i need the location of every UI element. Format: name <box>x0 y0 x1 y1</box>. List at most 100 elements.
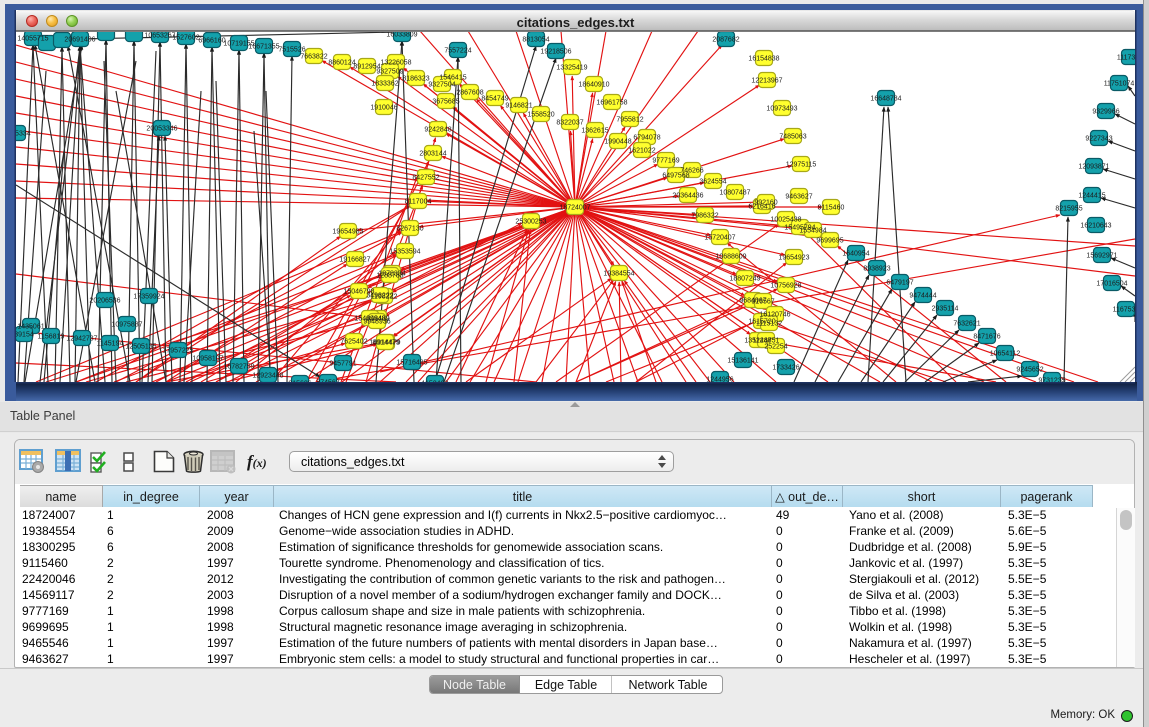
svg-text:915626: 915626 <box>288 381 311 383</box>
svg-text:9242848: 9242848 <box>424 127 451 134</box>
svg-text:2935114: 2935114 <box>932 306 959 313</box>
svg-text:7632621: 7632621 <box>953 321 980 328</box>
svg-text:9699695: 9699695 <box>816 238 843 245</box>
svg-text:8186323: 8186323 <box>402 76 429 83</box>
svg-text:1910046: 1910046 <box>370 105 397 112</box>
svg-text:10807487: 10807487 <box>719 190 750 197</box>
svg-text:7515526: 7515526 <box>278 47 305 54</box>
svg-text:1435061: 1435061 <box>17 324 44 331</box>
svg-text:20053346: 20053346 <box>146 126 177 133</box>
svg-text:17016504: 17016504 <box>1096 281 1127 288</box>
svg-text:10688609: 10688609 <box>715 254 746 261</box>
svg-text:9329966: 9329966 <box>1092 109 1119 116</box>
svg-text:7663822: 7663822 <box>300 54 327 61</box>
svg-text:19654923: 19654923 <box>778 255 809 262</box>
svg-text:3624554: 3624554 <box>699 179 726 186</box>
svg-text:2867608: 2867608 <box>456 90 483 97</box>
svg-text:15716485: 15716485 <box>396 360 427 367</box>
svg-text:1152403: 1152403 <box>422 381 449 383</box>
svg-text:1554984: 1554984 <box>799 228 826 235</box>
svg-text:1621022: 1621022 <box>628 148 655 155</box>
svg-text:10025438: 10025438 <box>770 217 801 224</box>
svg-text:7955812: 7955812 <box>616 117 643 124</box>
svg-text:20206536: 20206536 <box>89 298 120 305</box>
svg-text:10654112: 10654112 <box>990 351 1021 358</box>
svg-text:16782759: 16782759 <box>223 364 254 371</box>
svg-text:19384554: 19384554 <box>603 271 634 278</box>
svg-text:16120746: 16120746 <box>759 312 790 319</box>
svg-text:9115460: 9115460 <box>818 205 845 212</box>
svg-text:12923448: 12923448 <box>252 373 283 380</box>
svg-text:2803144: 2803144 <box>419 151 446 158</box>
svg-text:2087682: 2087682 <box>712 37 739 44</box>
svg-text:16210643: 16210643 <box>1080 223 1111 230</box>
svg-text:12213967: 12213967 <box>751 78 782 85</box>
svg-text:16961758: 16961758 <box>596 100 627 107</box>
svg-text:12093871: 12093871 <box>1078 164 1109 171</box>
svg-text:16154838: 16154838 <box>748 56 779 63</box>
svg-text:1625334: 1625334 <box>16 131 31 138</box>
svg-text:25300253: 25300253 <box>515 219 546 226</box>
svg-text:20364436: 20364436 <box>672 193 703 200</box>
svg-text:9227343: 9227343 <box>1085 136 1112 143</box>
svg-text:19654983: 19654983 <box>332 229 363 236</box>
svg-text:8322037: 8322037 <box>556 120 583 127</box>
svg-text:10975887: 10975887 <box>111 322 142 329</box>
svg-text:17957225: 17957225 <box>162 348 193 355</box>
svg-text:9731235: 9731235 <box>1038 378 1065 383</box>
svg-text:16033809: 16033809 <box>386 32 417 39</box>
svg-text:17359924: 17359924 <box>133 294 164 301</box>
svg-text:13226058: 13226058 <box>380 60 411 67</box>
svg-text:16914479: 16914479 <box>369 340 400 347</box>
svg-text:1167530: 1167530 <box>1113 307 1135 314</box>
svg-text:16648784: 16648784 <box>870 96 901 103</box>
svg-text:14055715: 14055715 <box>17 36 48 43</box>
svg-text:8427552: 8427552 <box>412 175 439 182</box>
svg-text:19218506: 19218506 <box>540 49 571 56</box>
svg-text:8813054: 8813054 <box>522 37 549 44</box>
svg-text:15353594: 15353594 <box>389 249 420 256</box>
svg-text:1244956: 1244956 <box>706 377 733 383</box>
svg-text:1558520: 1558520 <box>527 112 554 119</box>
svg-text:1115132: 1115132 <box>756 321 782 328</box>
svg-text:6479197: 6479197 <box>886 280 913 287</box>
svg-text:1244415: 1244415 <box>1078 193 1105 200</box>
svg-text:9146821: 9146821 <box>505 103 532 110</box>
svg-text:15720407: 15720407 <box>704 235 735 242</box>
svg-text:12975115: 12975115 <box>786 162 817 169</box>
svg-text:9245652: 9245652 <box>1016 367 1043 374</box>
svg-text:18724007: 18724007 <box>559 205 590 212</box>
svg-text:8215955: 8215955 <box>1055 206 1082 213</box>
svg-text:9327509: 9327509 <box>376 69 403 76</box>
svg-text:7557224: 7557224 <box>444 48 471 55</box>
svg-text:9457791: 9457791 <box>329 361 356 368</box>
svg-text:13325419: 13325419 <box>556 65 587 72</box>
svg-text:10653267: 10653267 <box>144 33 175 40</box>
svg-text:252254: 252254 <box>764 344 787 351</box>
svg-text:10756928: 10756928 <box>770 283 801 290</box>
svg-text:1362615: 1362615 <box>581 128 608 135</box>
svg-text:12942737: 12942737 <box>66 336 97 343</box>
svg-text:1288783: 1288783 <box>376 273 403 280</box>
svg-text:6966160: 6966160 <box>198 38 225 45</box>
svg-text:3498222: 3498222 <box>366 293 393 300</box>
svg-text:15692971: 15692971 <box>1086 253 1117 260</box>
svg-text:10958107: 10958107 <box>192 356 223 363</box>
svg-text:7986322: 7986322 <box>691 213 718 220</box>
svg-text:10973493: 10973493 <box>766 106 797 113</box>
svg-text:7625402: 7625402 <box>340 339 367 346</box>
svg-text:1833362: 1833362 <box>371 81 398 88</box>
svg-text:19166827: 19166827 <box>339 257 370 264</box>
svg-text:1546415: 1546415 <box>439 75 466 82</box>
svg-text:874563: 874563 <box>316 380 339 383</box>
svg-text:3675685: 3675685 <box>432 99 459 106</box>
svg-text:1527602: 1527602 <box>172 35 199 42</box>
svg-text:11751074: 11751074 <box>1104 81 1135 88</box>
svg-text:16671355: 16671355 <box>248 44 279 51</box>
svg-text:18640910: 18640910 <box>578 82 609 89</box>
svg-text:1145194: 1145194 <box>97 341 124 348</box>
svg-text:6794078: 6794078 <box>633 135 660 142</box>
svg-text:9777169: 9777169 <box>652 158 679 165</box>
svg-text:1733426: 1733426 <box>772 365 799 372</box>
svg-text:9327504: 9327504 <box>428 82 455 89</box>
